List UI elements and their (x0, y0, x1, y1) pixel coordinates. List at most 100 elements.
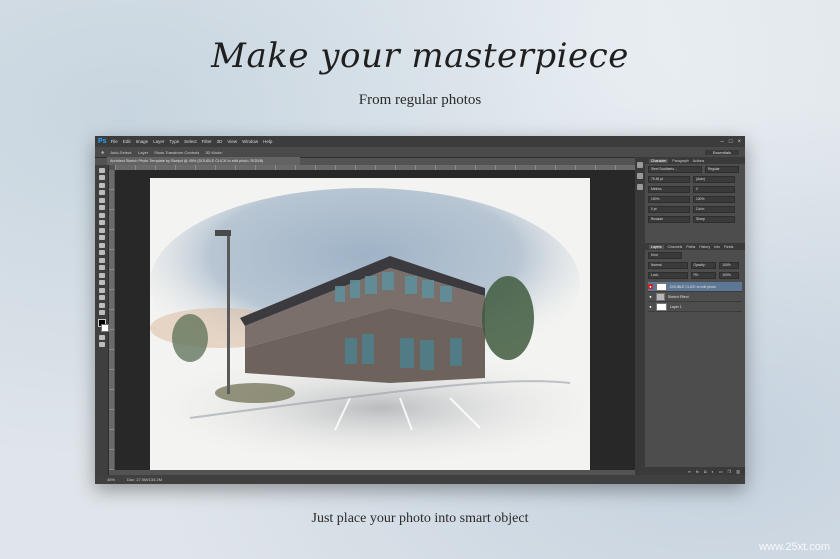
subheadline: From regular photos (358, 92, 482, 108)
lock-label: Lock: (648, 272, 688, 279)
canvas-area[interactable] (115, 170, 635, 470)
crop-icon[interactable] (98, 197, 105, 203)
tab-history[interactable]: History (699, 245, 710, 249)
layer-filter-select[interactable]: Kind (648, 252, 682, 259)
background-color[interactable] (101, 324, 109, 332)
menu-image[interactable]: Image (136, 139, 149, 144)
mode-3d-label: 3D Mode: (205, 149, 223, 155)
type-icon[interactable] (98, 280, 105, 285)
maximize-icon[interactable]: □ (729, 139, 733, 145)
trash-icon[interactable]: ▥ (736, 469, 740, 474)
healing-icon[interactable] (98, 212, 105, 218)
screen-mode-icon[interactable] (98, 342, 105, 347)
fill-field[interactable]: 100% (719, 272, 739, 279)
menu-view[interactable]: View (227, 139, 237, 144)
shape-icon[interactable] (98, 295, 105, 300)
layer-row[interactable]: ● DOUBLE CLICK to edit photo (648, 282, 742, 292)
folder-icon (656, 292, 665, 301)
quick-mask-icon[interactable] (98, 334, 105, 340)
zoom-icon[interactable] (98, 310, 105, 315)
leading-field[interactable]: (Auto) (693, 176, 735, 183)
eraser-icon[interactable] (98, 242, 105, 248)
tab-info[interactable]: Info (714, 245, 720, 249)
minimize-icon[interactable]: – (721, 139, 724, 145)
close-icon[interactable]: × (737, 139, 741, 145)
lasso-icon[interactable] (98, 182, 105, 188)
artboard[interactable] (150, 178, 590, 470)
anti-alias-field[interactable]: Sharp (693, 216, 735, 223)
adjustment-icon[interactable]: ◐ (711, 469, 713, 474)
mask-icon[interactable]: ◘ (704, 469, 706, 474)
marquee-icon[interactable] (98, 175, 105, 180)
workspace-select[interactable]: Essentials (704, 149, 739, 155)
eye-icon[interactable]: ● (648, 304, 653, 309)
tab-layers[interactable]: Layers (649, 244, 664, 249)
pen-icon[interactable] (98, 272, 105, 278)
tools-panel (95, 165, 109, 475)
tracking-field[interactable]: 0 (693, 186, 735, 193)
ps-logo: Ps (98, 138, 107, 145)
tab-paragraph[interactable]: Paragraph (672, 159, 688, 163)
menu-type[interactable]: Type (169, 139, 179, 144)
quick-select-icon[interactable] (98, 190, 105, 195)
layers-panel: Kind Normal Opacity: 100% Lock: Fill: 10… (645, 250, 745, 314)
hand-icon[interactable] (98, 302, 105, 308)
menu-help[interactable]: Help (263, 139, 272, 144)
tab-paths[interactable]: Paths (686, 245, 695, 249)
document-tab[interactable]: Architect Sketch Photo Template by Sketp… (107, 157, 300, 165)
eye-icon[interactable]: ● (648, 294, 653, 299)
auto-select-dropdown[interactable]: Layer (138, 150, 148, 155)
menu-3d[interactable]: 3D (217, 139, 223, 144)
font-family-field[interactable]: Steel Svoltberlo... (648, 166, 702, 173)
layer-row[interactable]: ● Layer 1 (648, 302, 742, 312)
stamp-icon[interactable] (98, 227, 105, 233)
kerning-field[interactable]: Metrics (648, 186, 690, 193)
horizontal-scale-field[interactable]: 100% (693, 196, 735, 203)
font-style-field[interactable]: Regular (705, 166, 739, 173)
menu-window[interactable]: Window (242, 139, 258, 144)
dodge-icon[interactable] (98, 265, 105, 270)
opacity-label: Opacity: (690, 262, 717, 269)
history-brush-icon[interactable] (98, 235, 105, 240)
caption: Just place your photo into smart object (311, 511, 529, 526)
layer-name: Layer 1 (670, 304, 682, 309)
blur-icon[interactable] (98, 257, 105, 263)
layer-row[interactable]: ● Sketch Effect (648, 292, 742, 302)
tab-actions[interactable]: Actions (693, 159, 704, 163)
menu-select[interactable]: Select (184, 139, 197, 144)
tab-fields[interactable]: Fields (724, 245, 733, 249)
move-icon[interactable] (98, 167, 105, 173)
fx-icon[interactable]: fx (696, 469, 699, 474)
auto-select-label[interactable]: Auto-Select: (110, 150, 132, 155)
tool-presets-icon[interactable] (637, 184, 643, 190)
opacity-field[interactable]: 100% (719, 262, 739, 269)
menu-edit[interactable]: Edit (123, 139, 131, 144)
menu-filter[interactable]: Filter (202, 139, 212, 144)
language-field[interactable]: Russian (648, 216, 690, 223)
eye-icon[interactable]: ● (648, 284, 653, 289)
character-panel: Steel Svoltberlo... Regular 75.48 pt (Au… (645, 164, 745, 243)
history-panel-icon[interactable] (637, 162, 643, 168)
new-layer-icon[interactable]: ❐ (728, 469, 732, 474)
vertical-ruler (109, 170, 114, 470)
blend-mode-select[interactable]: Normal (648, 262, 688, 269)
tab-channels[interactable]: Channels (668, 245, 683, 249)
transform-controls-checkbox[interactable]: Show Transform Controls (154, 150, 199, 155)
fill-label: Fill: (690, 272, 717, 279)
properties-panel-icon[interactable] (637, 173, 643, 179)
brush-icon[interactable] (98, 220, 105, 225)
vertical-scale-field[interactable]: 100% (648, 196, 690, 203)
baseline-field[interactable]: 0 pt (648, 206, 690, 213)
folder-icon[interactable]: ▭ (719, 469, 723, 474)
link-icon[interactable]: ∞ (688, 469, 691, 474)
menu-layer[interactable]: Layer (153, 139, 164, 144)
move-tool-icon[interactable]: ✥ (101, 150, 104, 155)
menu-file[interactable]: File (111, 139, 118, 144)
path-select-icon[interactable] (98, 287, 105, 293)
zoom-level[interactable]: 45% (107, 477, 115, 482)
color-label: Color: (693, 206, 735, 213)
tab-character[interactable]: Character (649, 158, 669, 163)
font-size-field[interactable]: 75.48 pt (648, 176, 690, 183)
gradient-icon[interactable] (98, 250, 105, 255)
eyedropper-icon[interactable] (98, 205, 105, 210)
